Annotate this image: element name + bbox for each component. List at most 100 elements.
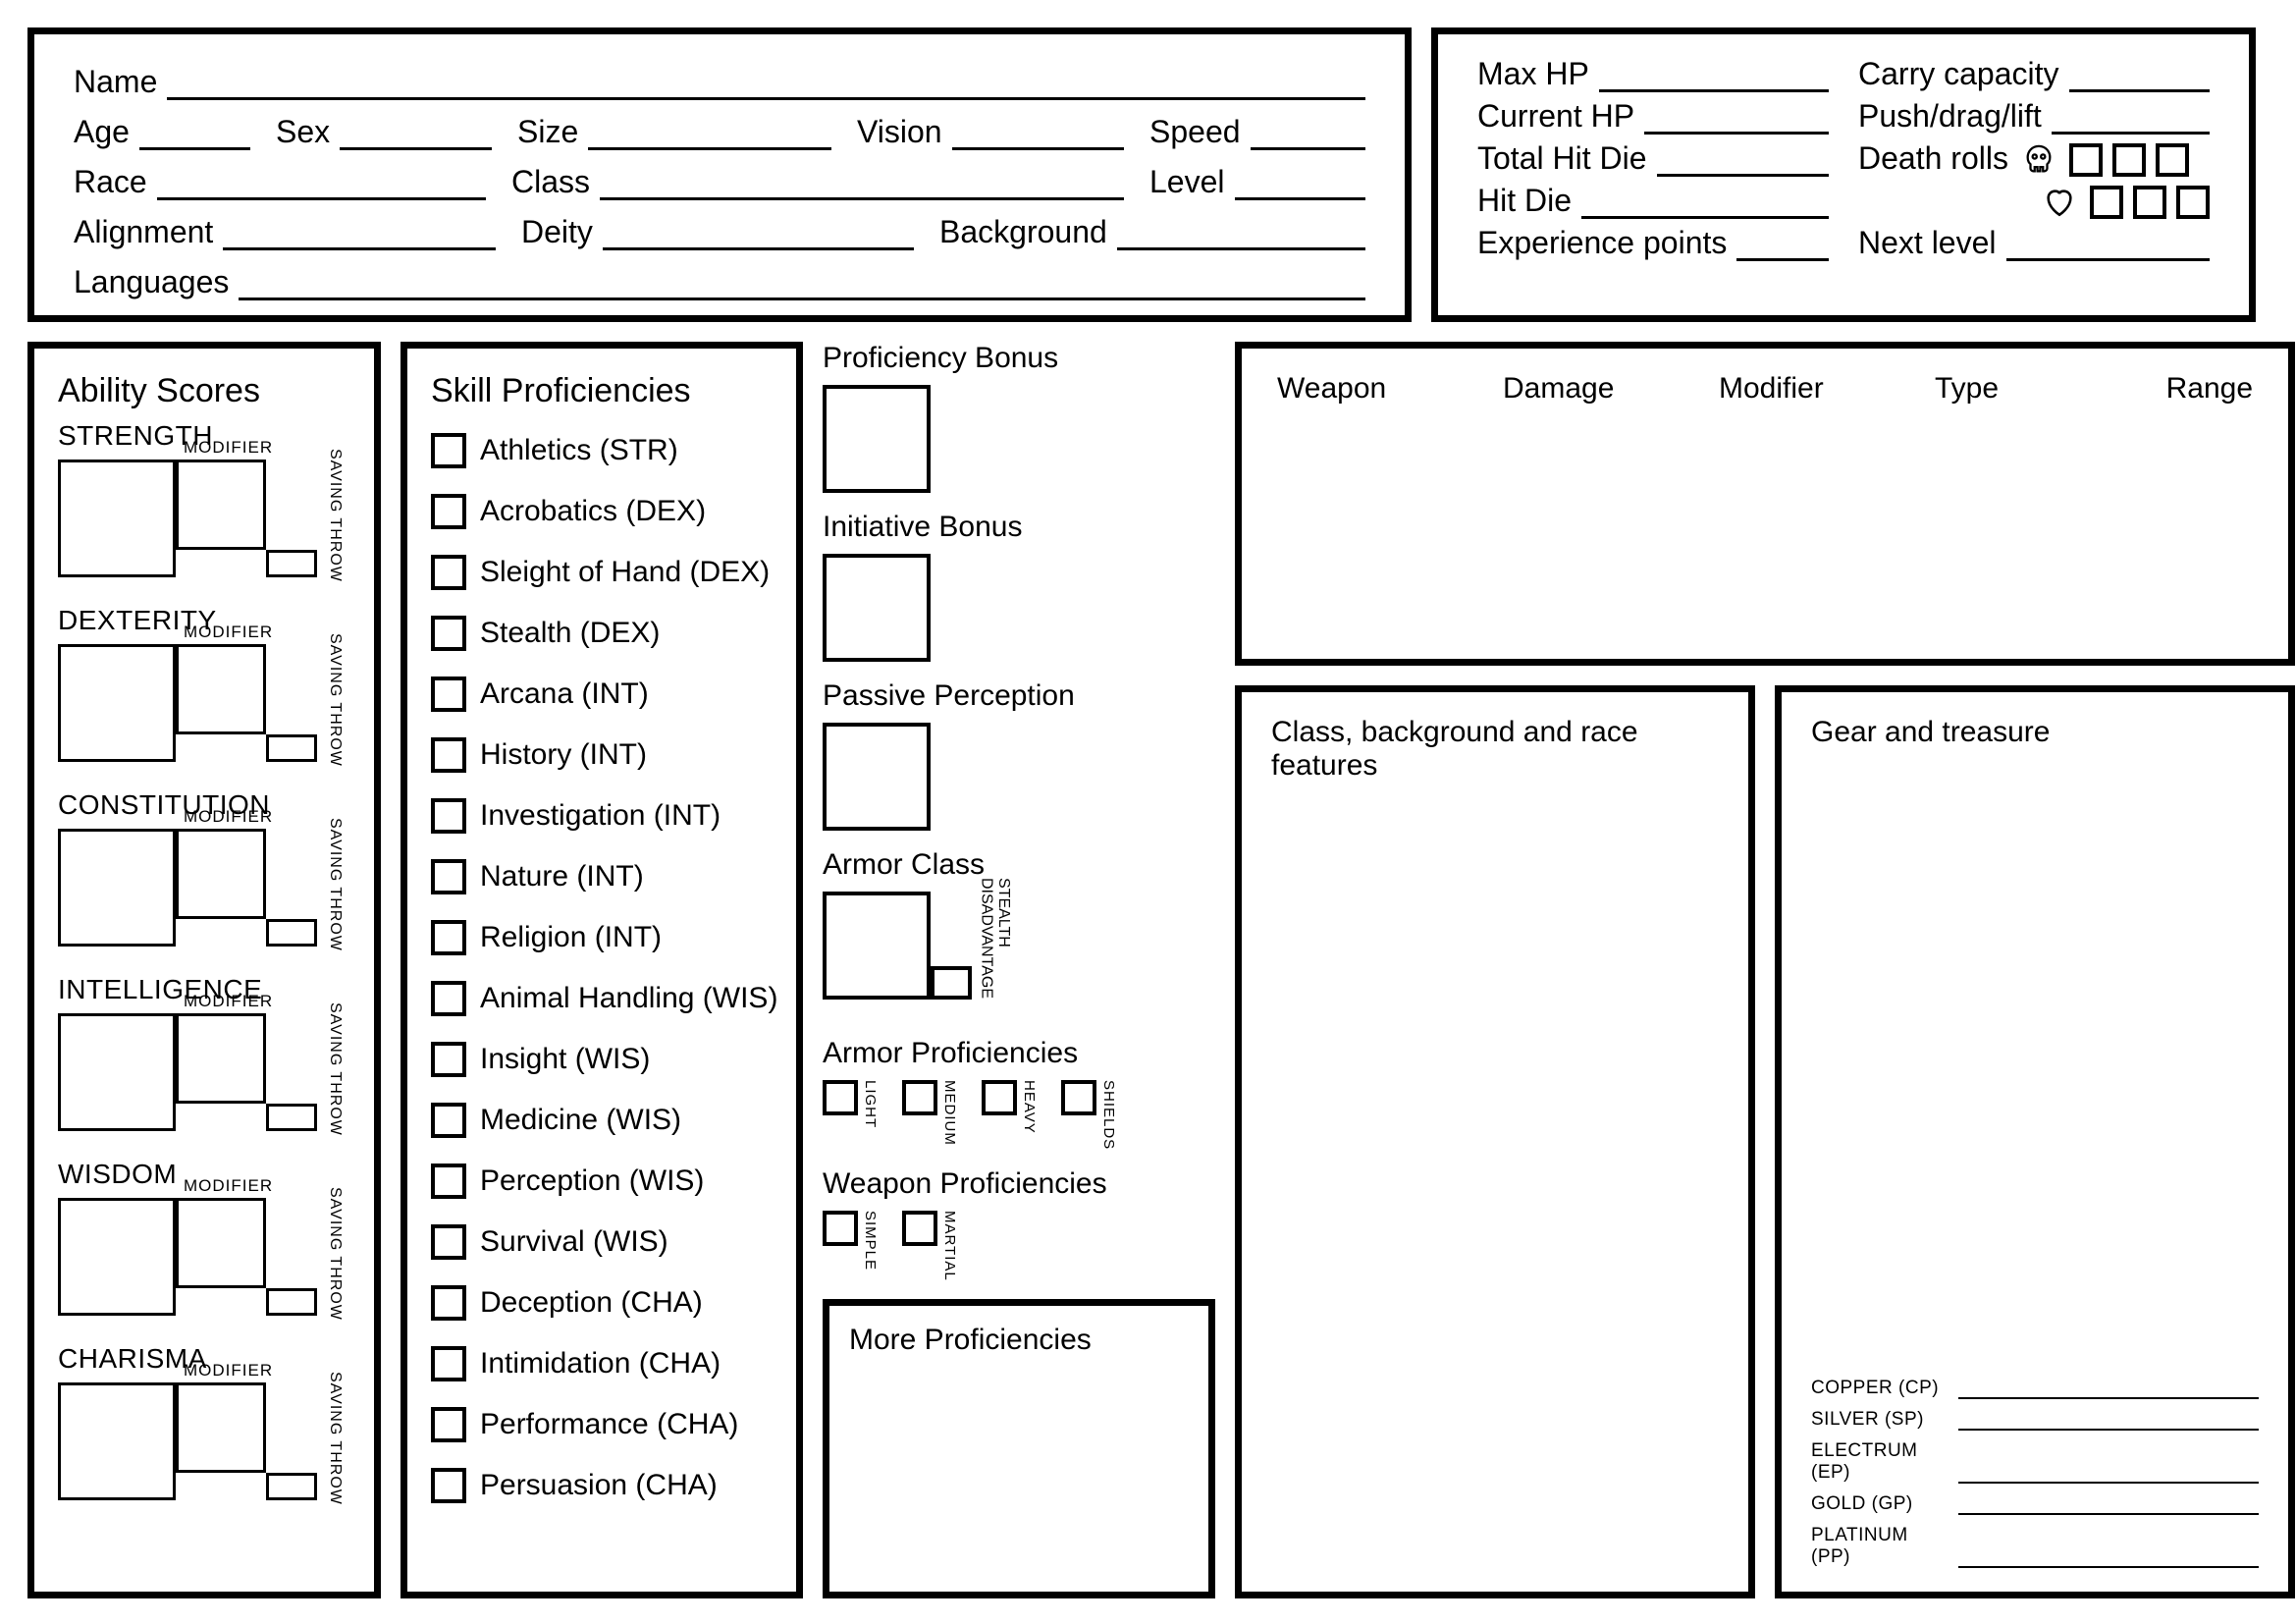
saving-throw-box-3[interactable] xyxy=(266,1104,317,1131)
speed-input[interactable] xyxy=(1251,117,1365,150)
next-input[interactable] xyxy=(2006,228,2211,261)
skill-label-10: Insight (WIS) xyxy=(480,1043,650,1076)
saving-throw-box-1[interactable] xyxy=(266,734,317,762)
skill-label-5: History (INT) xyxy=(480,738,647,772)
languages-input[interactable] xyxy=(239,267,1365,300)
weapon-prof-1[interactable] xyxy=(902,1211,937,1246)
stealth-disadvantage-box[interactable] xyxy=(931,966,972,1000)
weapon-prof-0[interactable] xyxy=(823,1211,858,1246)
totalhd-input[interactable] xyxy=(1657,143,1830,177)
xp-label: Experience points xyxy=(1477,225,1727,261)
ability-score-box-5[interactable] xyxy=(58,1382,176,1500)
armor-prof-2[interactable] xyxy=(982,1080,1017,1115)
skill-label-0: Athletics (STR) xyxy=(480,434,678,467)
more-prof-panel: More Proficiencies xyxy=(823,1299,1215,1598)
death-fail-1[interactable] xyxy=(2069,143,2103,177)
skill-checkbox-7[interactable] xyxy=(431,859,466,894)
skill-checkbox-17[interactable] xyxy=(431,1468,466,1503)
ac-box[interactable] xyxy=(823,892,931,1000)
ability-score-box-4[interactable] xyxy=(58,1198,176,1316)
saving-throw-box-0[interactable] xyxy=(266,550,317,577)
armor-prof-0[interactable] xyxy=(823,1080,858,1115)
death-fail-3[interactable] xyxy=(2156,143,2189,177)
initbonus-box[interactable] xyxy=(823,554,931,662)
ability-mod-box-4[interactable] xyxy=(176,1198,266,1288)
saving-throw-box-5[interactable] xyxy=(266,1473,317,1500)
ability-mod-box-1[interactable] xyxy=(176,644,266,734)
saving-throw-box-4[interactable] xyxy=(266,1288,317,1316)
skill-checkbox-6[interactable] xyxy=(431,798,466,834)
skill-label-4: Arcana (INT) xyxy=(480,677,649,711)
skill-checkbox-11[interactable] xyxy=(431,1103,466,1138)
currency-label-1: SILVER (SP) xyxy=(1811,1409,1949,1431)
skill-checkbox-1[interactable] xyxy=(431,494,466,529)
currency-input-4[interactable] xyxy=(1958,1546,2259,1568)
skill-checkbox-3[interactable] xyxy=(431,616,466,651)
xp-input[interactable] xyxy=(1736,228,1829,261)
currenthp-input[interactable] xyxy=(1644,101,1829,135)
currency-input-1[interactable] xyxy=(1958,1409,2259,1431)
skill-label-12: Perception (WIS) xyxy=(480,1164,704,1198)
skill-checkbox-15[interactable] xyxy=(431,1346,466,1381)
level-input[interactable] xyxy=(1235,167,1366,200)
push-input[interactable] xyxy=(2052,101,2210,135)
armor-prof-1[interactable] xyxy=(902,1080,937,1115)
skill-checkbox-12[interactable] xyxy=(431,1164,466,1199)
profbonus-box[interactable] xyxy=(823,385,931,493)
ability-score-box-0[interactable] xyxy=(58,460,176,577)
skill-checkbox-8[interactable] xyxy=(431,920,466,955)
armor-prof-3[interactable] xyxy=(1061,1080,1096,1115)
skill-checkbox-0[interactable] xyxy=(431,433,466,468)
ability-mod-box-0[interactable] xyxy=(176,460,266,550)
carry-input[interactable] xyxy=(2069,59,2211,92)
features-panel: Class, background and race features xyxy=(1235,685,1755,1598)
skill-checkbox-13[interactable] xyxy=(431,1224,466,1260)
currency-input-0[interactable] xyxy=(1958,1378,2259,1399)
armorprof-label: Armor Proficiencies xyxy=(823,1037,1215,1070)
sex-input[interactable] xyxy=(340,117,492,150)
armor-prof-label-1: MEDIUM xyxy=(941,1080,958,1146)
hitdie-input[interactable] xyxy=(1581,186,1829,219)
ac-label: Armor Class xyxy=(823,848,1215,882)
ability-mod-box-3[interactable] xyxy=(176,1013,266,1104)
skill-checkbox-10[interactable] xyxy=(431,1042,466,1077)
background-input[interactable] xyxy=(1117,217,1365,250)
skill-checkbox-16[interactable] xyxy=(431,1407,466,1442)
currency-input-3[interactable] xyxy=(1958,1493,2259,1515)
death-save-2[interactable] xyxy=(2133,186,2166,219)
skill-checkbox-14[interactable] xyxy=(431,1285,466,1321)
currency-input-2[interactable] xyxy=(1958,1462,2259,1484)
weapon-prof-label-0: SIMPLE xyxy=(862,1211,879,1271)
alignment-input[interactable] xyxy=(223,217,496,250)
saving-throw-label: SAVING THROW xyxy=(326,1002,344,1136)
race-input[interactable] xyxy=(157,167,486,200)
ability-mod-box-5[interactable] xyxy=(176,1382,266,1473)
saving-throw-box-2[interactable] xyxy=(266,919,317,947)
maxhp-input[interactable] xyxy=(1599,59,1829,92)
ability-score-box-3[interactable] xyxy=(58,1013,176,1131)
vision-input[interactable] xyxy=(952,117,1124,150)
death-save-1[interactable] xyxy=(2090,186,2123,219)
skill-checkbox-5[interactable] xyxy=(431,737,466,773)
skill-checkbox-2[interactable] xyxy=(431,555,466,590)
ability-mod-box-2[interactable] xyxy=(176,829,266,919)
ability-score-box-1[interactable] xyxy=(58,644,176,762)
deity-input[interactable] xyxy=(603,217,914,250)
skill-checkbox-4[interactable] xyxy=(431,677,466,712)
weapon-col-damage: Damage xyxy=(1503,372,1709,406)
name-input[interactable] xyxy=(167,67,1365,100)
size-label: Size xyxy=(517,114,578,150)
hitdie-label: Hit Die xyxy=(1477,183,1572,219)
ability-panel: Ability Scores STRENGTH MODIFIER SAVING … xyxy=(27,342,381,1598)
speed-label: Speed xyxy=(1149,114,1241,150)
more-prof-title: More Proficiencies xyxy=(849,1324,1092,1356)
class-input[interactable] xyxy=(600,167,1124,200)
skill-checkbox-9[interactable] xyxy=(431,981,466,1016)
ability-score-box-2[interactable] xyxy=(58,829,176,947)
passive-box[interactable] xyxy=(823,723,931,831)
death-save-3[interactable] xyxy=(2176,186,2210,219)
age-input[interactable] xyxy=(139,117,250,150)
size-input[interactable] xyxy=(588,117,831,150)
death-fail-2[interactable] xyxy=(2112,143,2146,177)
weapon-col-type: Type xyxy=(1935,372,2121,406)
